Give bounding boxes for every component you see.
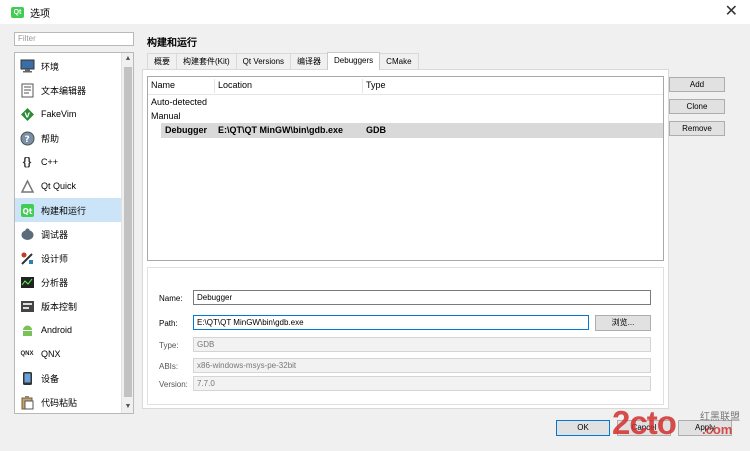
tab-qt-versions[interactable]: Qt Versions <box>235 53 292 69</box>
svg-text:V: V <box>24 111 30 119</box>
name-label: Name: <box>159 294 183 303</box>
tree-row-selected[interactable]: Debugger E:\QT\QT MinGW\bin\gdb.exe GDB <box>161 123 663 138</box>
tree-group-auto-detected[interactable]: Auto-detected <box>151 97 207 107</box>
analyzer-icon <box>19 274 35 290</box>
scroll-down-icon[interactable]: ▼ <box>122 401 133 413</box>
tab-compilers[interactable]: 编译器 <box>290 53 329 69</box>
sidebar-item-label: 调试器 <box>41 229 69 240</box>
device-icon <box>19 370 35 386</box>
watermark-suffix: .com <box>702 422 733 437</box>
close-icon[interactable]: ✕ <box>725 3 738 21</box>
tab-bar: 概要 构建套件(Kit) Qt Versions 编译器 Debuggers C… <box>147 52 419 70</box>
sidebar-item-label: 版本控制 <box>41 301 78 312</box>
sidebar-item-android[interactable]: Android <box>15 318 121 342</box>
sidebar-item-label: 文本编辑器 <box>41 85 87 96</box>
sidebar-scrollbar[interactable]: ▲ ▼ <box>121 53 133 413</box>
version-label: Version: <box>159 380 188 389</box>
sidebar-item-qnx[interactable]: QNX QNX <box>15 342 121 366</box>
column-header-name[interactable]: Name <box>151 80 175 90</box>
type-field: GDB <box>193 337 651 352</box>
filter-input[interactable]: Filter <box>14 32 134 46</box>
sidebar-item-debugger[interactable]: 调试器 <box>15 222 121 246</box>
tab-cmake[interactable]: CMake <box>379 53 419 69</box>
qt-app-icon: Qt <box>11 6 24 18</box>
ok-button[interactable]: OK <box>556 420 610 436</box>
window-title: 选项 <box>30 8 50 20</box>
sidebar-item-text-editor[interactable]: 文本编辑器 <box>15 78 121 102</box>
tab-debuggers[interactable]: Debuggers <box>327 52 381 70</box>
svg-text:?: ? <box>24 135 29 145</box>
help-icon: ? <box>19 130 35 146</box>
sidebar-item-build-run[interactable]: Qt 构建和运行 <box>15 198 121 222</box>
sidebar-item-label: Android <box>41 325 73 335</box>
sidebar-item-code-paste[interactable]: 代码粘贴 <box>15 390 121 413</box>
tab-overview[interactable]: 概要 <box>147 53 177 69</box>
sidebar-item-designer[interactable]: 设计师 <box>15 246 121 270</box>
sidebar-item-qt-quick[interactable]: Qt Quick <box>15 174 121 198</box>
path-field[interactable]: E:\QT\QT MinGW\bin\gdb.exe <box>193 315 589 330</box>
debugger-icon <box>19 226 35 242</box>
sidebar-item-label: C++ <box>41 157 59 167</box>
page-title: 构建和运行 <box>147 38 197 49</box>
monitor-icon <box>19 58 35 74</box>
version-field: 7.7.0 <box>193 376 651 391</box>
column-header-location[interactable]: Location <box>218 80 252 90</box>
designer-icon <box>19 250 35 266</box>
cell-type: GDB <box>366 125 386 135</box>
text-editor-icon <box>19 82 35 98</box>
sidebar-item-environment[interactable]: 环境 <box>15 54 121 78</box>
category-sidebar: 环境 文本编辑器 V FakeVim ? 帮助 {} C++ Qt Quick … <box>14 52 134 414</box>
scroll-up-icon[interactable]: ▲ <box>122 53 133 65</box>
sidebar-item-label: 帮助 <box>41 133 60 144</box>
add-button[interactable]: Add <box>669 77 725 92</box>
abis-field: x86-windows-msys-pe-32bit <box>193 358 651 373</box>
scrollbar-thumb[interactable] <box>124 67 132 397</box>
sidebar-item-fakevim[interactable]: V FakeVim <box>15 102 121 126</box>
sidebar-item-analyzer[interactable]: 分析器 <box>15 270 121 294</box>
sidebar-item-label: QNX <box>41 349 61 359</box>
title-bar: Qt 选项 ✕ <box>0 0 750 24</box>
sidebar-item-label: FakeVim <box>41 109 77 119</box>
tree-header: Name Location Type <box>148 77 663 95</box>
remove-button[interactable]: Remove <box>669 121 725 136</box>
sidebar-item-label: 设计师 <box>41 253 69 264</box>
debugger-tree[interactable]: Name Location Type Auto-detected Manual … <box>147 76 664 261</box>
clone-button[interactable]: Clone <box>669 99 725 114</box>
fakevim-icon: V <box>19 106 35 122</box>
watermark-logo: 2cto .com 红黑联盟 <box>608 404 750 451</box>
qnx-icon: QNX <box>20 351 34 357</box>
sidebar-item-label: 构建和运行 <box>41 205 87 216</box>
cpp-braces-icon: {} <box>22 156 32 168</box>
tree-group-manual[interactable]: Manual <box>151 111 181 121</box>
sidebar-item-label: Qt Quick <box>41 181 77 191</box>
sidebar-item-label: 环境 <box>41 61 60 72</box>
sidebar-item-cpp[interactable]: {} C++ <box>15 150 121 174</box>
sidebar-item-label: 分析器 <box>41 277 69 288</box>
build-run-icon: Qt <box>19 202 35 218</box>
column-header-type[interactable]: Type <box>366 80 386 90</box>
code-paste-icon <box>19 394 35 410</box>
cell-location: E:\QT\QT MinGW\bin\gdb.exe <box>218 125 343 135</box>
path-label: Path: <box>159 319 178 328</box>
sidebar-item-label: 设备 <box>41 373 60 384</box>
svg-text:Qt: Qt <box>22 207 32 216</box>
version-control-icon <box>19 298 35 314</box>
type-label: Type: <box>159 341 179 350</box>
qt-quick-icon <box>19 178 35 194</box>
abis-label: ABIs: <box>159 362 179 371</box>
sidebar-item-help[interactable]: ? 帮助 <box>15 126 121 150</box>
sidebar-item-label: 代码粘贴 <box>41 397 78 408</box>
browse-button[interactable]: 浏览... <box>595 315 651 331</box>
cell-name: Debugger <box>165 125 208 135</box>
tab-kits[interactable]: 构建套件(Kit) <box>176 53 237 69</box>
watermark-subtitle: 红黑联盟 <box>700 412 740 423</box>
sidebar-item-devices[interactable]: 设备 <box>15 366 121 390</box>
sidebar-item-version-control[interactable]: 版本控制 <box>15 294 121 318</box>
android-icon <box>19 322 35 338</box>
watermark-text: 2cto <box>612 404 677 441</box>
name-field[interactable]: Debugger <box>193 290 651 305</box>
